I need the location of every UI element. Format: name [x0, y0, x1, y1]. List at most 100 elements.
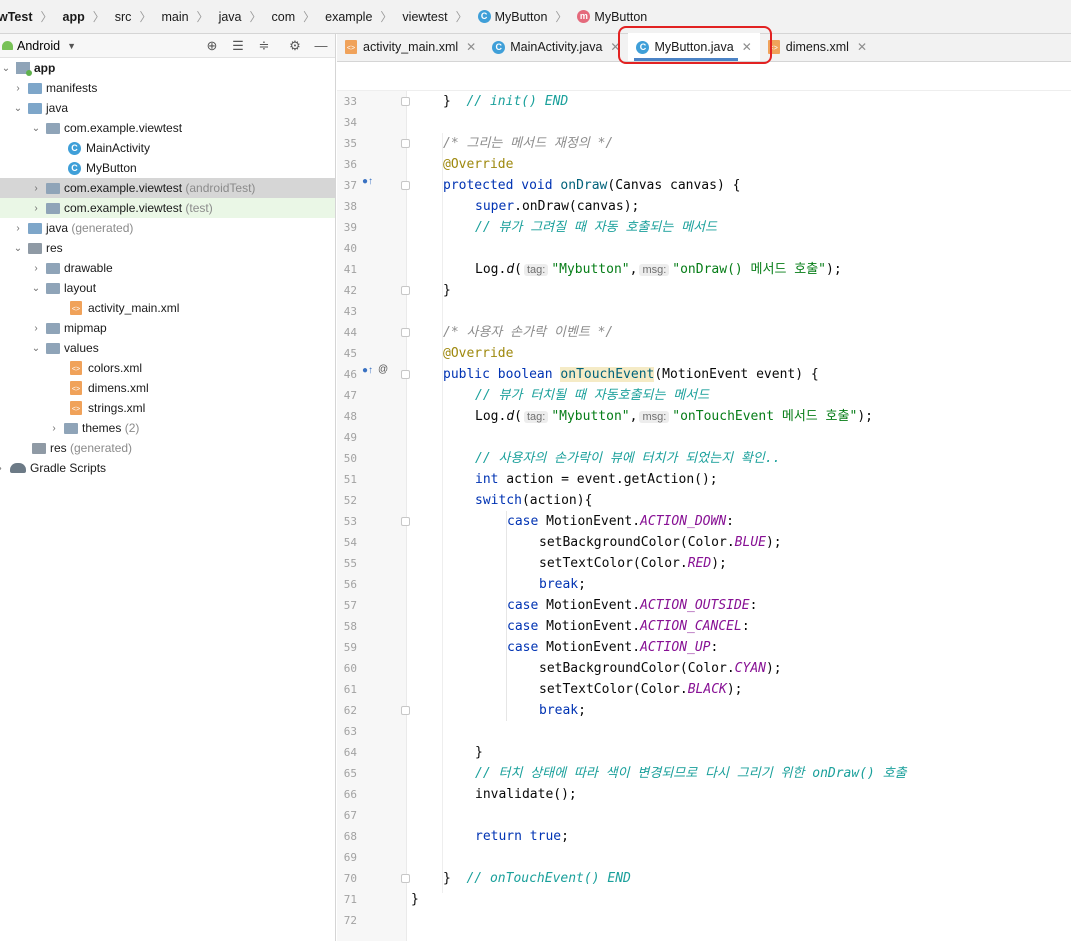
chevron-right-icon[interactable]: › — [0, 463, 6, 474]
tree-item-java-generated[interactable]: › java (generated) — [0, 218, 335, 238]
code-line: setTextColor(Color.BLACK); — [539, 682, 743, 697]
tab-mybutton-java[interactable]: C MyButton.java ✕ — [628, 33, 760, 61]
breadcrumb-item-src[interactable]: src — [111, 10, 132, 24]
chevron-right-icon[interactable]: › — [48, 423, 60, 434]
tree-item-package-test[interactable]: › com.example.viewtest (test) — [0, 198, 335, 218]
fold-toggle-icon[interactable] — [401, 874, 410, 883]
tree-item-manifests[interactable]: › manifests — [0, 78, 335, 98]
chevron-right-icon[interactable]: › — [30, 323, 42, 334]
expand-all-icon[interactable]: ☰ — [230, 38, 246, 54]
breadcrumb-item-main[interactable]: main — [157, 10, 188, 24]
close-icon[interactable]: ✕ — [742, 40, 752, 54]
folder-icon — [46, 342, 60, 354]
tree-item-label: java — [46, 221, 69, 235]
project-view-selector[interactable]: Android ▼ — [2, 39, 76, 53]
close-icon[interactable]: ✕ — [610, 40, 620, 54]
chevron-down-icon[interactable]: ⌄ — [12, 103, 24, 114]
tab-dimens-xml[interactable]: <> dimens.xml ✕ — [760, 33, 875, 61]
breadcrumb-item-app[interactable]: app — [59, 10, 85, 24]
fold-toggle-icon[interactable] — [401, 139, 410, 148]
editor-tab-bar: <> activity_main.xml ✕ C MainActivity.ja… — [337, 26, 1071, 64]
chevron-down-icon[interactable]: ⌄ — [12, 243, 24, 254]
tree-item-res-generated[interactable]: res (generated) — [0, 438, 335, 458]
locate-icon[interactable]: ⊕ — [204, 38, 220, 54]
code-area[interactable]: } // init() END /* 그리는 메서드 재정의 */ @Overr… — [408, 91, 1071, 941]
override-marker-icon[interactable]: ●↑ — [362, 365, 373, 376]
tree-item-label: res — [46, 241, 63, 255]
tree-item-package-androidtest[interactable]: › com.example.viewtest (androidTest) — [0, 178, 335, 198]
breadcrumb-item-com[interactable]: com — [268, 10, 296, 24]
tree-item-mipmap[interactable]: › mipmap — [0, 318, 335, 338]
fold-toggle-icon[interactable] — [401, 97, 410, 106]
line-number: 41 — [343, 263, 357, 276]
gutter-lines: ●↑ ●↑ @ 33 34 35 36 37 38 39 40 41 42 43 44 45 46 47 48… — [337, 91, 410, 941]
tree-item-themes[interactable]: › themes (2) — [0, 418, 335, 438]
tree-item-activity-main-xml[interactable]: <> activity_main.xml — [0, 298, 335, 318]
fold-toggle-icon[interactable] — [401, 517, 410, 526]
tree-item-dimens-xml[interactable]: <> dimens.xml — [0, 378, 335, 398]
fold-toggle-icon[interactable] — [401, 706, 410, 715]
chevron-right-icon: 〉 — [139, 10, 152, 24]
tree-item-mybutton[interactable]: C MyButton — [0, 158, 335, 178]
close-icon[interactable]: ✕ — [466, 40, 476, 54]
line-number: 52 — [343, 494, 357, 507]
tree-item-label: com.example.viewtest — [64, 181, 183, 195]
line-number: 49 — [343, 431, 357, 444]
fold-toggle-icon[interactable] — [401, 328, 410, 337]
code-line: case MotionEvent.ACTION_UP: — [507, 640, 719, 655]
tree-item-label: com.example.viewtest — [64, 121, 183, 135]
tree-item-drawable[interactable]: › drawable — [0, 258, 335, 278]
code-line: break; — [539, 703, 586, 718]
collapse-all-icon[interactable]: ≑ — [256, 38, 272, 54]
tree-item-label: res — [50, 441, 67, 455]
tree-item-gradle-scripts[interactable]: › Gradle Scripts — [0, 458, 335, 478]
line-number: 68 — [343, 830, 357, 843]
breadcrumb-item-viewtest[interactable]: viewtest — [398, 10, 447, 24]
tab-activity-main-xml[interactable]: <> activity_main.xml ✕ — [337, 33, 484, 61]
xml-file-icon: <> — [70, 381, 82, 395]
code-line: @Override — [443, 157, 514, 172]
fold-toggle-icon[interactable] — [401, 181, 410, 190]
tree-item-colors-xml[interactable]: <> colors.xml — [0, 358, 335, 378]
minimize-icon[interactable]: — — [313, 38, 329, 54]
chevron-right-icon[interactable]: › — [30, 263, 42, 274]
breadcrumb-item-method[interactable]: m MyButton — [573, 10, 647, 24]
breadcrumb-item-java[interactable]: java — [215, 10, 242, 24]
line-number: 60 — [343, 662, 357, 675]
breadcrumb-label: java — [218, 9, 242, 24]
chevron-down-icon[interactable]: ⌄ — [0, 63, 12, 74]
breadcrumb-item-class[interactable]: C MyButton — [474, 10, 547, 24]
tree-item-label: MainActivity — [86, 141, 151, 155]
tree-item-label: layout — [64, 281, 97, 295]
gear-icon[interactable]: ⚙ — [287, 38, 303, 54]
breadcrumb-item-example[interactable]: example — [321, 10, 372, 24]
breadcrumb-label: app — [62, 9, 85, 24]
breadcrumb-label: wTest — [0, 9, 33, 24]
chevron-right-icon[interactable]: › — [30, 183, 42, 194]
close-icon[interactable]: ✕ — [857, 40, 867, 54]
line-number: 42 — [343, 284, 357, 297]
tree-item-app[interactable]: ⌄ app — [0, 58, 335, 78]
chevron-right-icon[interactable]: › — [30, 203, 42, 214]
chevron-right-icon[interactable]: › — [12, 223, 24, 234]
tree-item-values[interactable]: ⌄ values — [0, 338, 335, 358]
override-marker-icon[interactable]: ●↑ — [362, 176, 373, 187]
tree-item-package[interactable]: ⌄ com.example.viewtest — [0, 118, 335, 138]
tree-item-res[interactable]: ⌄ res — [0, 238, 335, 258]
chevron-right-icon[interactable]: › — [12, 83, 24, 94]
breadcrumb-item-project[interactable]: wTest — [0, 10, 33, 24]
tab-mainactivity-java[interactable]: C MainActivity.java ✕ — [484, 33, 628, 61]
tree-item-strings-xml[interactable]: <> strings.xml — [0, 398, 335, 418]
tree-item-java[interactable]: ⌄ java — [0, 98, 335, 118]
fold-toggle-icon[interactable] — [401, 286, 410, 295]
chevron-down-icon[interactable]: ⌄ — [30, 123, 42, 134]
chevron-down-icon[interactable]: ⌄ — [30, 343, 42, 354]
line-number: 36 — [343, 158, 357, 171]
tree-item-label: strings.xml — [88, 401, 146, 415]
tree-item-layout[interactable]: ⌄ layout — [0, 278, 335, 298]
line-number: 46 — [343, 368, 357, 381]
fold-toggle-icon[interactable] — [401, 370, 410, 379]
tree-item-mainactivity[interactable]: C MainActivity — [0, 138, 335, 158]
chevron-down-icon[interactable]: ⌄ — [30, 283, 42, 294]
project-tree: ⌄ app › manifests ⌄ java ⌄ com.example.viewt… — [0, 58, 335, 478]
